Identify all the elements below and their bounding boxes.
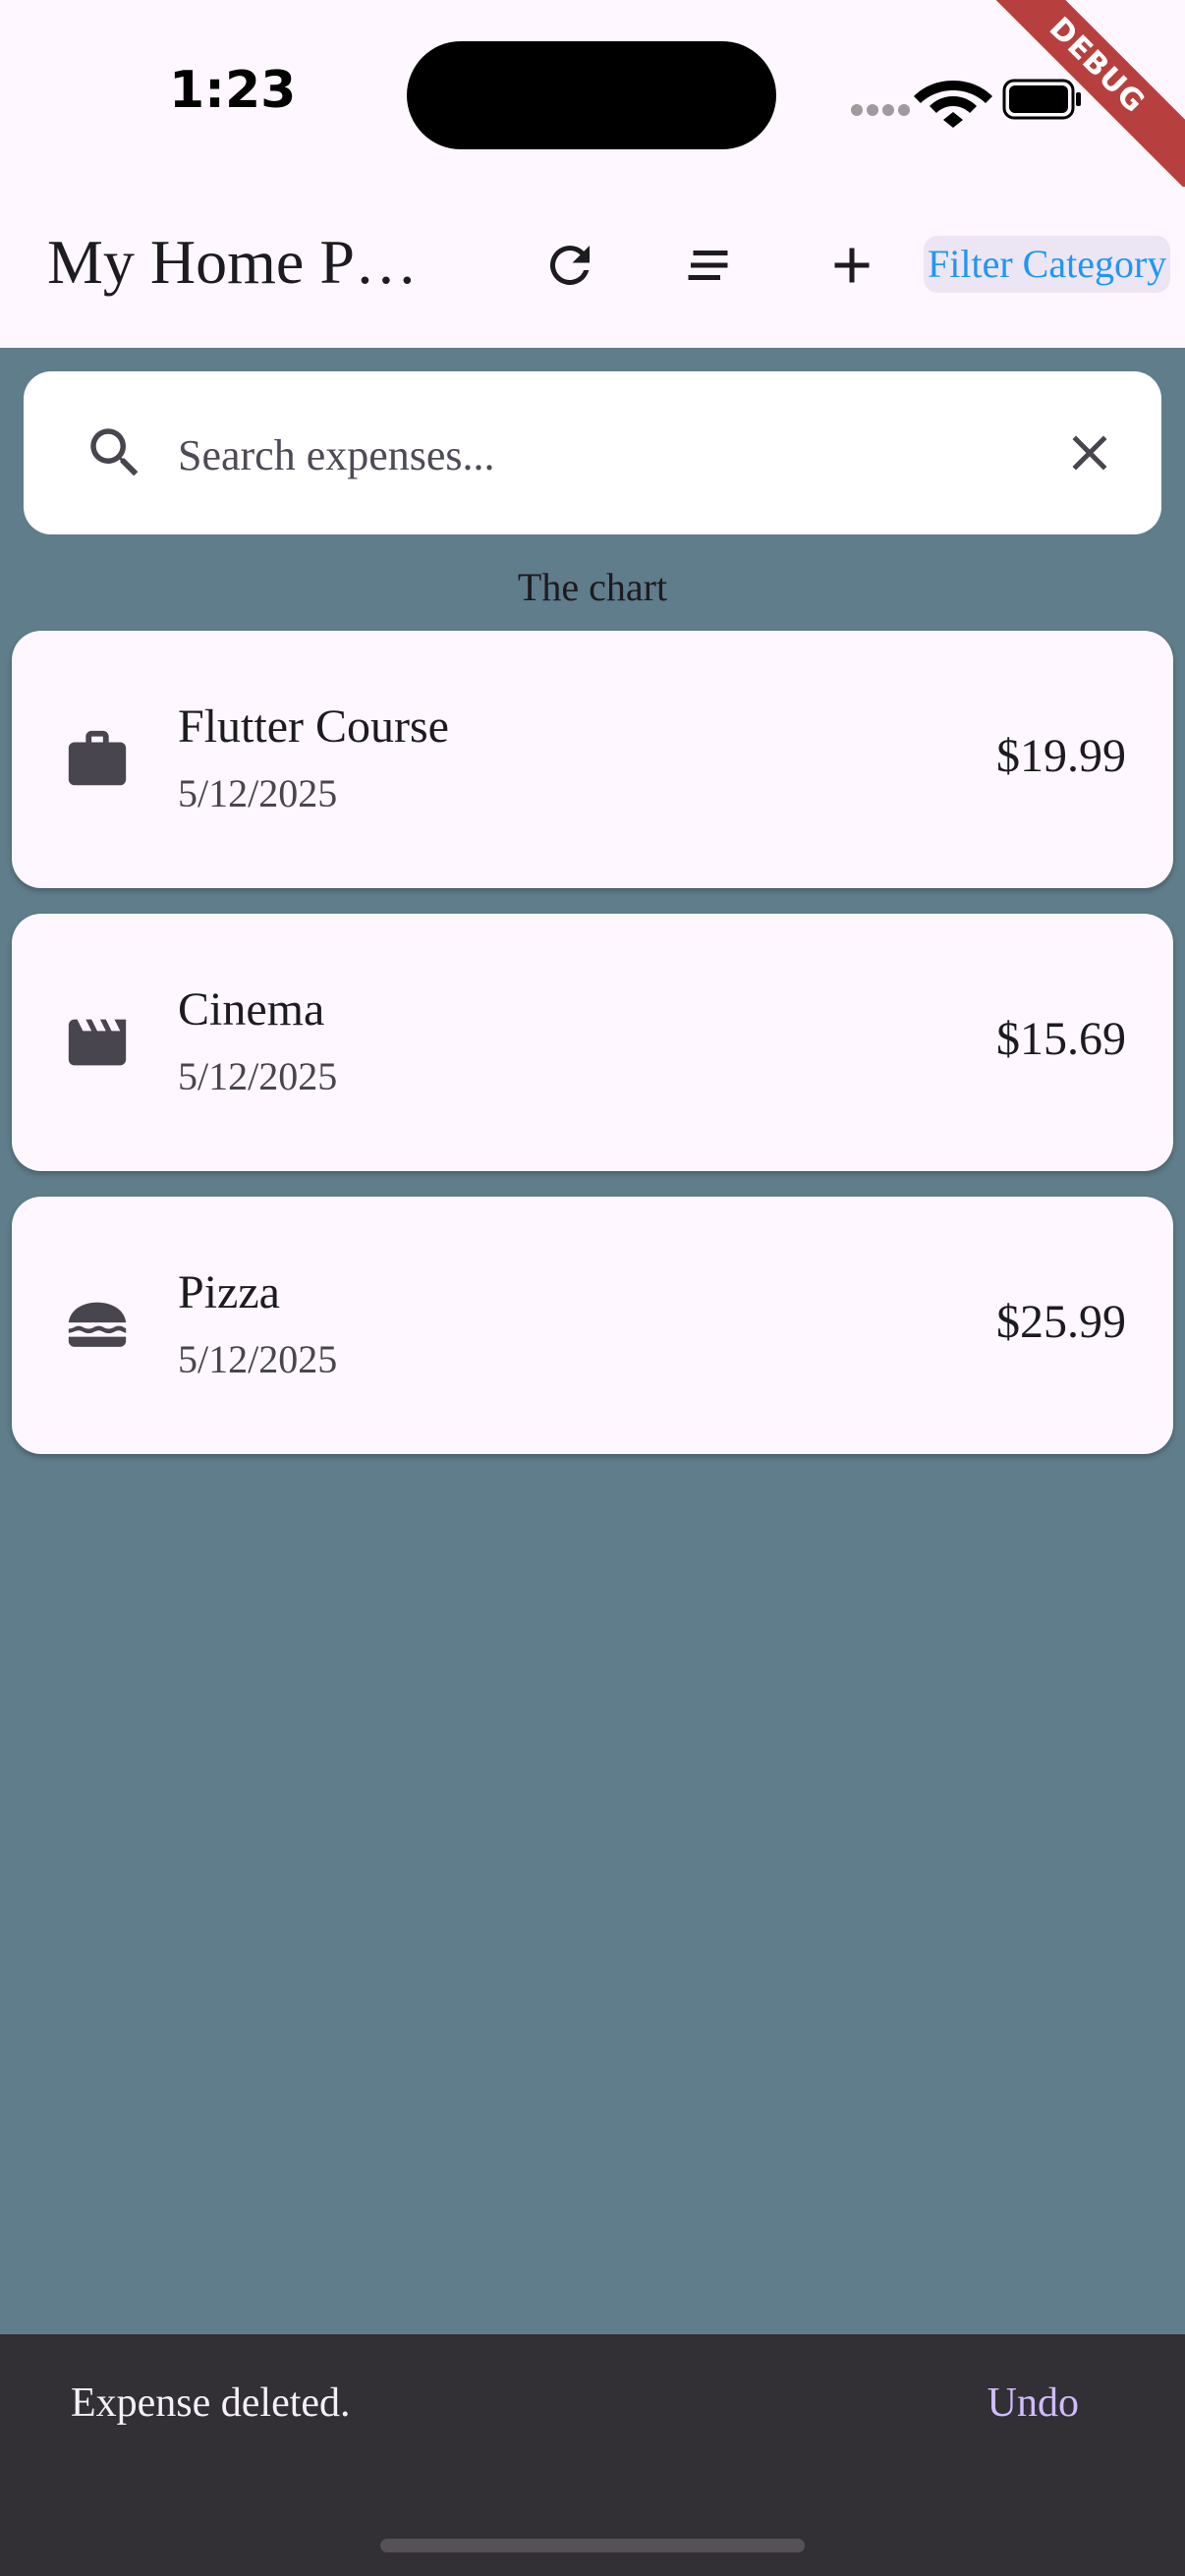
expense-amount: $19.99 — [996, 730, 1126, 782]
page-title: My Home P… — [47, 227, 418, 297]
wifi-icon — [914, 81, 992, 128]
close-icon — [1072, 435, 1107, 471]
app-bar: My Home P… Filter Category — [0, 187, 1185, 348]
expense-title: Cinema — [178, 983, 325, 1036]
status-bar: 1:23 DEBUG — [0, 0, 1185, 195]
cellular-signal-icon — [851, 104, 910, 116]
chart-placeholder-label: The chart — [517, 565, 668, 609]
snackbar: Expense deleted. Undo — [0, 2334, 1185, 2576]
expense-amount: $25.99 — [996, 1296, 1126, 1348]
status-icons — [851, 79, 1081, 128]
search-icon — [90, 428, 139, 476]
search-input[interactable] — [176, 415, 1044, 495]
snackbar-message: Expense deleted. — [71, 2380, 351, 2426]
sort-lines-icon — [688, 251, 728, 280]
clear-search-button[interactable] — [1055, 419, 1124, 487]
sort-button[interactable] — [663, 218, 758, 312]
expense-date: 5/12/2025 — [178, 1054, 338, 1098]
refresh-icon — [549, 245, 590, 285]
refresh-button[interactable] — [523, 218, 617, 312]
expense-title: Flutter Course — [178, 700, 449, 753]
home-indicator[interactable] — [380, 2539, 805, 2552]
filter-category-button[interactable]: Filter Category — [924, 236, 1171, 293]
clapperboard-icon — [68, 1019, 127, 1066]
expense-item[interactable]: Flutter Course 5/12/2025 $19.99 — [12, 631, 1173, 888]
expense-date: 5/12/2025 — [178, 1337, 338, 1381]
plus-icon — [834, 248, 870, 283]
expense-item[interactable]: Pizza 5/12/2025 $25.99 — [12, 1197, 1173, 1454]
burger-icon — [68, 1302, 127, 1347]
dynamic-island — [407, 41, 776, 149]
expense-item[interactable]: Cinema 5/12/2025 $15.69 — [12, 914, 1173, 1171]
status-time: 1:23 — [169, 61, 297, 120]
battery-icon — [1002, 79, 1081, 120]
expense-amount: $15.69 — [996, 1013, 1126, 1065]
expense-date: 5/12/2025 — [178, 771, 338, 815]
undo-button[interactable]: Undo — [988, 2380, 1079, 2427]
expense-title: Pizza — [178, 1266, 280, 1318]
search-card — [24, 371, 1161, 534]
briefcase-icon — [68, 730, 127, 786]
add-expense-button[interactable] — [805, 218, 899, 312]
